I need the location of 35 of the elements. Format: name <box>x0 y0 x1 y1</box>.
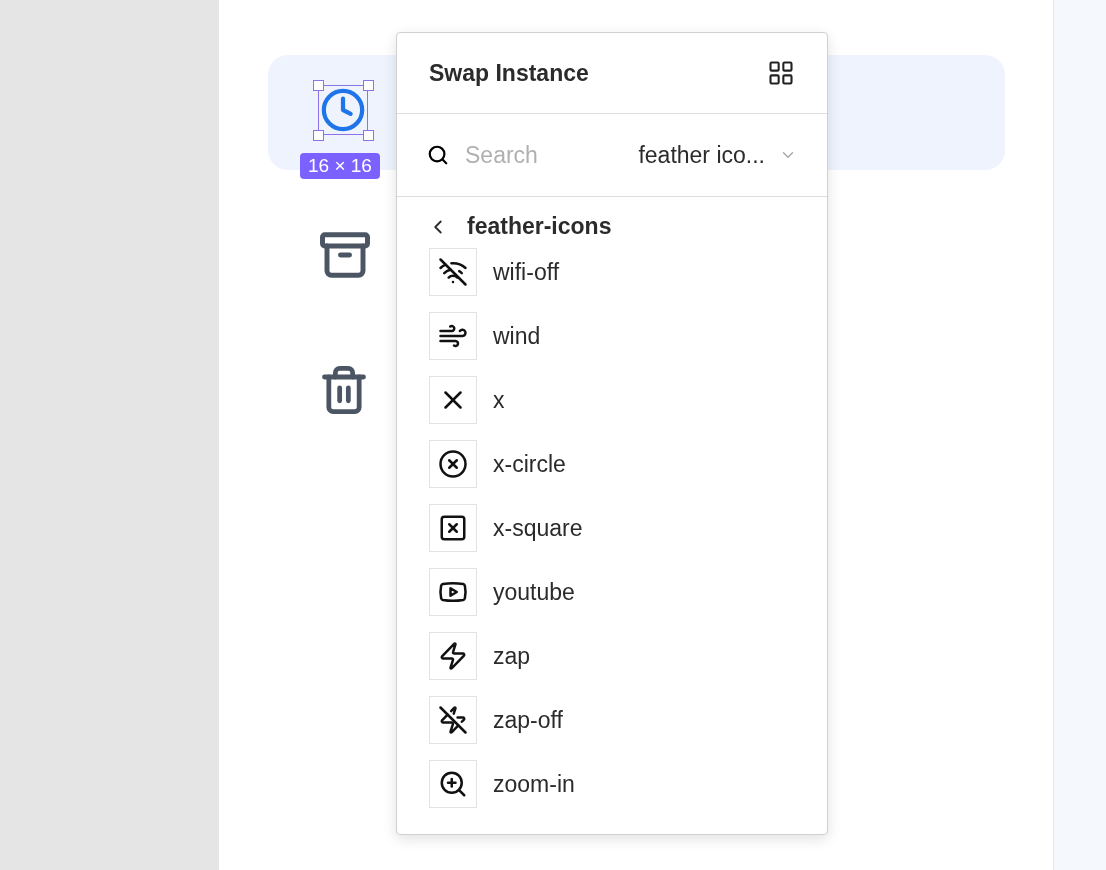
icon-thumbnail[interactable] <box>429 760 477 808</box>
grid-view-button[interactable] <box>767 59 795 87</box>
wifi-off-icon <box>438 257 468 287</box>
icon-name[interactable]: zap-off <box>493 706 563 734</box>
icon-thumbnail[interactable] <box>429 440 477 488</box>
size-badge: 16 × 16 <box>300 153 380 179</box>
icon-thumbnail[interactable] <box>429 696 477 744</box>
icon-name[interactable]: zoom-in <box>493 770 575 798</box>
grid-icon <box>767 59 795 87</box>
icon-thumbnail[interactable] <box>429 632 477 680</box>
lightning-off-icon <box>438 705 468 735</box>
resize-handle[interactable] <box>363 130 374 141</box>
icon-name[interactable]: x-circle <box>493 450 566 478</box>
icon-name[interactable]: x-square <box>493 514 583 542</box>
icon-thumbnail[interactable] <box>429 504 477 552</box>
icon-name[interactable]: wind <box>493 322 541 350</box>
search-icon <box>427 144 449 166</box>
icon-thumbnail[interactable] <box>429 248 477 296</box>
x-circle-icon <box>438 449 468 479</box>
icon-thumbnail[interactable] <box>429 376 477 424</box>
resize-handle[interactable] <box>313 130 324 141</box>
icon-name[interactable]: zap <box>493 642 531 670</box>
popup-title: Swap Instance <box>429 59 589 87</box>
x-square-icon <box>438 513 468 543</box>
lightning-icon <box>438 641 468 671</box>
icon-thumbnail[interactable] <box>429 568 477 616</box>
icon-name[interactable]: youtube <box>493 578 575 606</box>
back-button[interactable]: feather-icons <box>397 197 642 248</box>
icon-thumbnail[interactable] <box>429 312 477 360</box>
resize-handle[interactable] <box>313 80 324 91</box>
library-dropdown[interactable]: feather ico... <box>638 141 797 169</box>
resize-handle[interactable] <box>363 80 374 91</box>
zoom-in-icon <box>438 769 468 799</box>
icon-name[interactable]: x <box>493 386 505 414</box>
icon-name[interactable]: wifi-off <box>493 258 560 286</box>
